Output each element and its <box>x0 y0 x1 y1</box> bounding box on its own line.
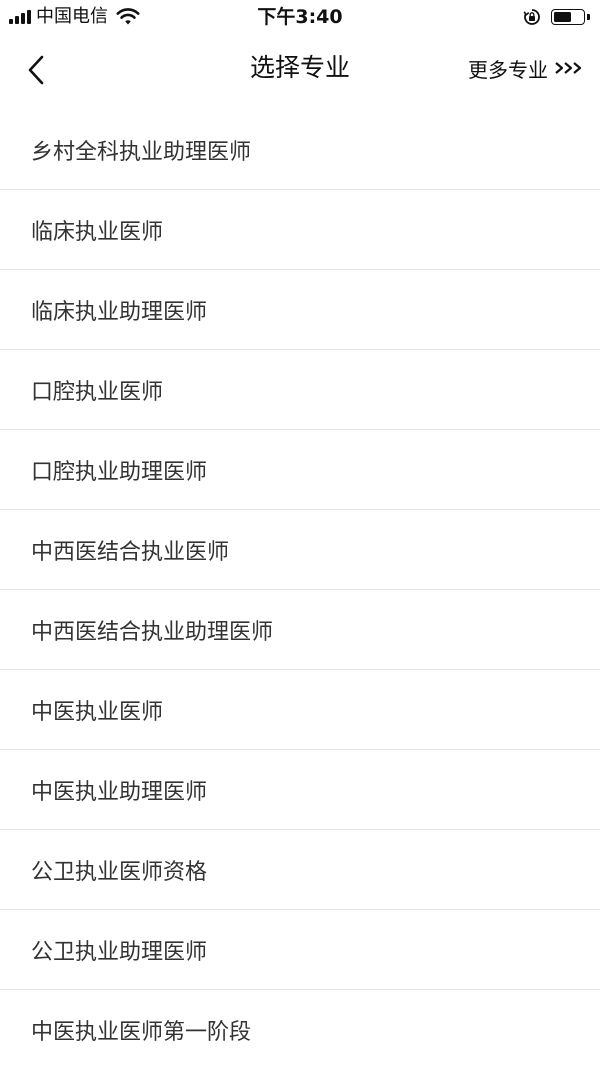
battery-fill <box>554 12 571 22</box>
major-list-item[interactable]: 临床执业医师 <box>0 190 600 270</box>
major-list-item[interactable]: 中医执业助理医师 <box>0 750 600 830</box>
rotation-lock-icon <box>523 9 540 25</box>
major-list-item[interactable]: 口腔执业助理医师 <box>0 430 600 510</box>
status-right <box>523 6 590 28</box>
triple-chevron-right-icon <box>555 62 582 74</box>
status-bar: 中国电信 下午3:40 <box>0 0 600 36</box>
major-list-item[interactable]: 口腔执业医师 <box>0 350 600 430</box>
major-list-item[interactable]: 公卫执业医师资格 <box>0 830 600 910</box>
more-majors-label: 更多专业 <box>468 57 548 82</box>
battery-icon <box>551 9 585 25</box>
major-list-item[interactable]: 中西医结合执业助理医师 <box>0 590 600 670</box>
status-time: 下午3:40 <box>257 6 343 28</box>
more-majors-button[interactable]: 更多专业 <box>468 36 584 100</box>
major-list: 乡村全科执业助理医师 临床执业医师 临床执业助理医师 口腔执业医师 口腔执业助理医师 中西… <box>0 110 600 1069</box>
major-list-item[interactable]: 公卫执业助理医师 <box>0 910 600 990</box>
major-list-item[interactable]: 乡村全科执业助理医师 <box>0 110 600 190</box>
major-list-item[interactable]: 中医执业医师 <box>0 670 600 750</box>
major-list-item[interactable]: 临床执业助理医师 <box>0 270 600 350</box>
battery-nub <box>587 14 590 20</box>
major-list-item[interactable]: 中医执业医师第一阶段 <box>0 990 600 1069</box>
major-list-item[interactable]: 中西医结合执业医师 <box>0 510 600 590</box>
nav-bar: 选择专业 更多专业 <box>0 36 600 106</box>
